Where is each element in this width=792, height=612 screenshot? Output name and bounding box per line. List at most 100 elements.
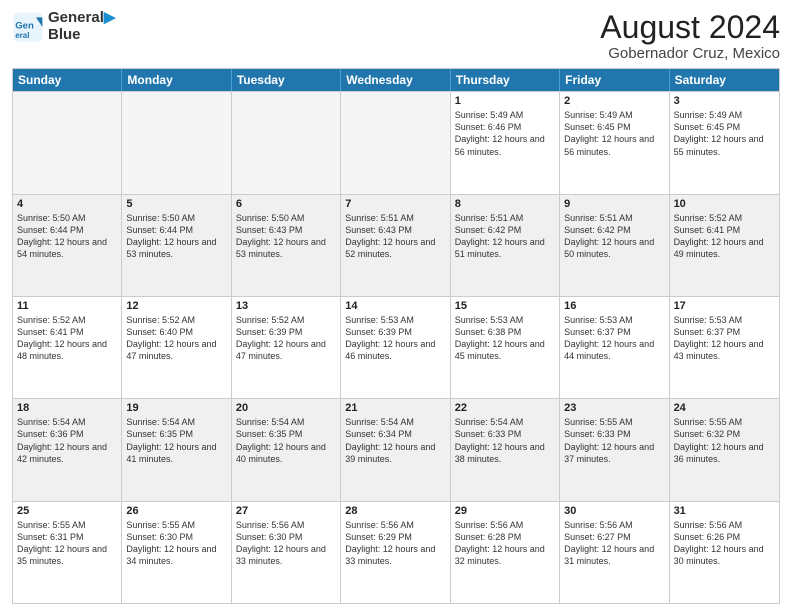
- cal-cell: 21Sunrise: 5:54 AMSunset: 6:34 PMDayligh…: [341, 399, 450, 500]
- day-info: Sunrise: 5:49 AMSunset: 6:45 PMDaylight:…: [564, 109, 664, 158]
- logo-text-line2: Blue: [48, 27, 115, 44]
- page-subtitle: Gobernador Cruz, Mexico: [600, 45, 780, 62]
- day-number: 24: [674, 402, 775, 414]
- day-info: Sunrise: 5:53 AMSunset: 6:37 PMDaylight:…: [564, 314, 664, 363]
- cal-cell: [13, 92, 122, 193]
- cal-cell: [341, 92, 450, 193]
- title-block: August 2024 Gobernador Cruz, Mexico: [600, 10, 780, 62]
- cal-week-3: 11Sunrise: 5:52 AMSunset: 6:41 PMDayligh…: [13, 296, 779, 398]
- cal-header-sunday: Sunday: [13, 69, 122, 91]
- day-number: 31: [674, 505, 775, 517]
- day-info: Sunrise: 5:52 AMSunset: 6:41 PMDaylight:…: [674, 212, 775, 261]
- day-info: Sunrise: 5:49 AMSunset: 6:45 PMDaylight:…: [674, 109, 775, 158]
- cal-header-thursday: Thursday: [451, 69, 560, 91]
- day-info: Sunrise: 5:54 AMSunset: 6:35 PMDaylight:…: [236, 416, 336, 465]
- day-number: 16: [564, 300, 664, 312]
- logo-icon: Gen eral: [12, 11, 44, 43]
- cal-cell: 16 Sunrise: 5:53 AMSunset: 6:37 PMDayligh…: [560, 297, 669, 398]
- day-number: 30: [564, 505, 664, 517]
- cal-cell: 9 Sunrise: 5:51 AMSunset: 6:42 PMDaylight…: [560, 195, 669, 296]
- day-info: Sunrise: 5:55 AMSunset: 6:30 PMDaylight:…: [126, 519, 226, 568]
- cal-cell: 28 Sunrise: 5:56 AMSunset: 6:29 PMDayligh…: [341, 502, 450, 603]
- day-info: Sunrise: 5:50 AMSunset: 6:43 PMDaylight:…: [236, 212, 336, 261]
- day-info: Sunrise: 5:56 AMSunset: 6:27 PMDaylight:…: [564, 519, 664, 568]
- cal-cell: 10 Sunrise: 5:52 AMSunset: 6:41 PMDayligh…: [670, 195, 779, 296]
- svg-text:eral: eral: [15, 31, 29, 40]
- cal-cell: 12Sunrise: 5:52 AMSunset: 6:40 PMDayligh…: [122, 297, 231, 398]
- day-number: 2: [564, 95, 664, 107]
- logo-line1: General: [48, 9, 104, 26]
- cal-cell: 29Sunrise: 5:56 AMSunset: 6:28 PMDayligh…: [451, 502, 560, 603]
- cal-cell: 31 Sunrise: 5:56 AMSunset: 6:26 PMDayligh…: [670, 502, 779, 603]
- day-number: 28: [345, 505, 445, 517]
- cal-cell: 26 Sunrise: 5:55 AMSunset: 6:30 PMDayligh…: [122, 502, 231, 603]
- calendar-body: 1 Sunrise: 5:49 AMSunset: 6:46 PMDaylight…: [13, 91, 779, 603]
- day-number: 26: [126, 505, 226, 517]
- day-info: Sunrise: 5:56 AMSunset: 6:28 PMDaylight:…: [455, 519, 555, 568]
- day-number: 1: [455, 95, 555, 107]
- cal-cell: 17Sunrise: 5:53 AMSunset: 6:37 PMDayligh…: [670, 297, 779, 398]
- cal-header-monday: Monday: [122, 69, 231, 91]
- day-number: 7: [345, 198, 445, 210]
- day-number: 11: [17, 300, 117, 312]
- day-info: Sunrise: 5:52 AMSunset: 6:40 PMDaylight:…: [126, 314, 226, 363]
- day-info: Sunrise: 5:55 AMSunset: 6:33 PMDaylight:…: [564, 416, 664, 465]
- cal-cell: 8 Sunrise: 5:51 AMSunset: 6:42 PMDaylight…: [451, 195, 560, 296]
- cal-cell: 11Sunrise: 5:52 AMSunset: 6:41 PMDayligh…: [13, 297, 122, 398]
- cal-cell: 15 Sunrise: 5:53 AMSunset: 6:38 PMDayligh…: [451, 297, 560, 398]
- day-number: 6: [236, 198, 336, 210]
- day-info: Sunrise: 5:56 AMSunset: 6:29 PMDaylight:…: [345, 519, 445, 568]
- cal-cell: 13 Sunrise: 5:52 AMSunset: 6:39 PMDayligh…: [232, 297, 341, 398]
- day-number: 13: [236, 300, 336, 312]
- cal-week-5: 25Sunrise: 5:55 AMSunset: 6:31 PMDayligh…: [13, 501, 779, 603]
- page-title: August 2024: [600, 10, 780, 45]
- cal-cell: 24 Sunrise: 5:55 AMSunset: 6:32 PMDayligh…: [670, 399, 779, 500]
- day-info: Sunrise: 5:53 AMSunset: 6:37 PMDaylight:…: [674, 314, 775, 363]
- cal-cell: 3Sunrise: 5:49 AMSunset: 6:45 PMDaylight…: [670, 92, 779, 193]
- svg-text:Gen: Gen: [15, 20, 34, 31]
- day-info: Sunrise: 5:52 AMSunset: 6:39 PMDaylight:…: [236, 314, 336, 363]
- header: Gen eral General▶ Blue August 2024 Gober…: [12, 10, 780, 62]
- day-info: Sunrise: 5:54 AMSunset: 6:35 PMDaylight:…: [126, 416, 226, 465]
- day-number: 23: [564, 402, 664, 414]
- day-number: 22: [455, 402, 555, 414]
- day-info: Sunrise: 5:51 AMSunset: 6:43 PMDaylight:…: [345, 212, 445, 261]
- day-number: 4: [17, 198, 117, 210]
- day-info: Sunrise: 5:49 AMSunset: 6:46 PMDaylight:…: [455, 109, 555, 158]
- cal-cell: [122, 92, 231, 193]
- cal-header-tuesday: Tuesday: [232, 69, 341, 91]
- cal-cell: 27Sunrise: 5:56 AMSunset: 6:30 PMDayligh…: [232, 502, 341, 603]
- day-info: Sunrise: 5:54 AMSunset: 6:36 PMDaylight:…: [17, 416, 117, 465]
- cal-cell: 25Sunrise: 5:55 AMSunset: 6:31 PMDayligh…: [13, 502, 122, 603]
- day-number: 5: [126, 198, 226, 210]
- day-info: Sunrise: 5:55 AMSunset: 6:31 PMDaylight:…: [17, 519, 117, 568]
- day-info: Sunrise: 5:51 AMSunset: 6:42 PMDaylight:…: [455, 212, 555, 261]
- day-number: 15: [455, 300, 555, 312]
- day-info: Sunrise: 5:54 AMSunset: 6:34 PMDaylight:…: [345, 416, 445, 465]
- day-info: Sunrise: 5:50 AMSunset: 6:44 PMDaylight:…: [126, 212, 226, 261]
- day-number: 20: [236, 402, 336, 414]
- cal-week-1: 1 Sunrise: 5:49 AMSunset: 6:46 PMDaylight…: [13, 91, 779, 193]
- day-number: 8: [455, 198, 555, 210]
- cal-cell: 19Sunrise: 5:54 AMSunset: 6:35 PMDayligh…: [122, 399, 231, 500]
- page: Gen eral General▶ Blue August 2024 Gober…: [0, 0, 792, 612]
- cal-cell: 23 Sunrise: 5:55 AMSunset: 6:33 PMDayligh…: [560, 399, 669, 500]
- logo: Gen eral General▶ Blue: [12, 10, 115, 43]
- day-number: 9: [564, 198, 664, 210]
- cal-week-2: 4 Sunrise: 5:50 AMSunset: 6:44 PMDaylight…: [13, 194, 779, 296]
- day-info: Sunrise: 5:51 AMSunset: 6:42 PMDaylight:…: [564, 212, 664, 261]
- cal-cell: 2 Sunrise: 5:49 AMSunset: 6:45 PMDaylight…: [560, 92, 669, 193]
- cal-cell: 6 Sunrise: 5:50 AMSunset: 6:43 PMDaylight…: [232, 195, 341, 296]
- day-number: 10: [674, 198, 775, 210]
- day-info: Sunrise: 5:55 AMSunset: 6:32 PMDaylight:…: [674, 416, 775, 465]
- cal-cell: 18Sunrise: 5:54 AMSunset: 6:36 PMDayligh…: [13, 399, 122, 500]
- logo-text-line1: General▶: [48, 10, 115, 27]
- day-info: Sunrise: 5:53 AMSunset: 6:38 PMDaylight:…: [455, 314, 555, 363]
- cal-cell: 14Sunrise: 5:53 AMSunset: 6:39 PMDayligh…: [341, 297, 450, 398]
- cal-header-wednesday: Wednesday: [341, 69, 450, 91]
- day-info: Sunrise: 5:50 AMSunset: 6:44 PMDaylight:…: [17, 212, 117, 261]
- cal-header-saturday: Saturday: [670, 69, 779, 91]
- calendar-header: SundayMondayTuesdayWednesdayThursdayFrid…: [13, 69, 779, 91]
- day-info: Sunrise: 5:53 AMSunset: 6:39 PMDaylight:…: [345, 314, 445, 363]
- day-info: Sunrise: 5:56 AMSunset: 6:26 PMDaylight:…: [674, 519, 775, 568]
